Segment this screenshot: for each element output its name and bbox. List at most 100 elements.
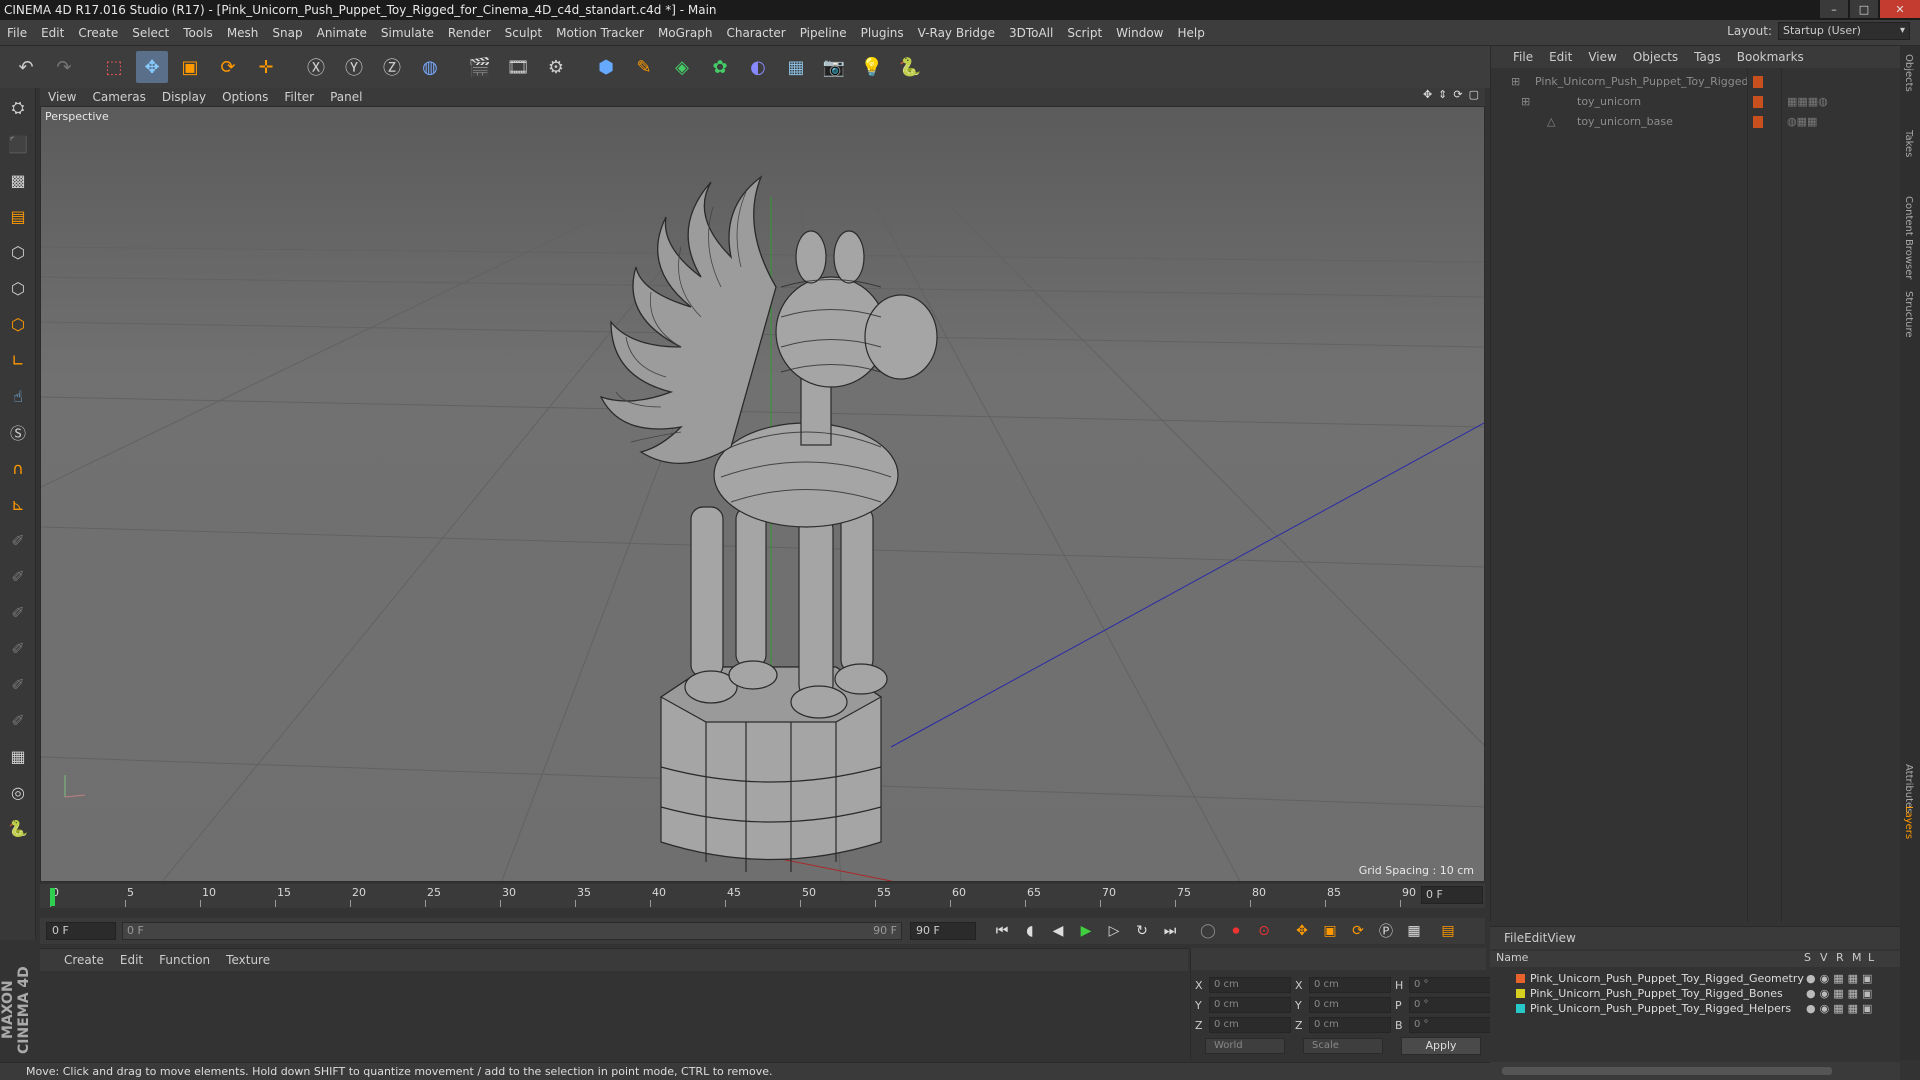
previous-key-icon[interactable]: ◖	[1018, 920, 1042, 942]
menu-item-mesh[interactable]: Mesh	[220, 26, 266, 40]
cube-primitive-icon[interactable]: ⬢	[590, 51, 622, 83]
menu-item-snap[interactable]: Snap	[265, 26, 309, 40]
coordinate-mode-dropdown[interactable]: World	[1205, 1038, 1285, 1054]
redo-icon[interactable]: ↷	[48, 51, 80, 83]
brush-tool-5-icon[interactable]: ✐	[2, 668, 34, 700]
layout-select[interactable]: Startup (User)	[1778, 22, 1910, 40]
material-menu-texture[interactable]: Texture	[218, 953, 278, 967]
camera-icon[interactable]: 📷	[818, 51, 850, 83]
key-rotation-icon[interactable]: ⟳	[1346, 920, 1370, 942]
viewport-menu-filter[interactable]: Filter	[276, 90, 322, 104]
minimize-button[interactable]: –	[1820, 0, 1848, 18]
maximize-view-icon[interactable]: ▢	[1469, 88, 1479, 106]
menu-item-render[interactable]: Render	[441, 26, 498, 40]
apply-button[interactable]: Apply	[1401, 1037, 1481, 1055]
position-y-field[interactable]: 0 cm	[1209, 997, 1291, 1013]
viewport-menu-display[interactable]: Display	[154, 90, 214, 104]
coordinate-system-icon[interactable]: ◍	[414, 51, 446, 83]
key-position-icon[interactable]: ✥	[1290, 920, 1314, 942]
scale-tool-icon[interactable]: ▣	[174, 51, 206, 83]
workplane-icon[interactable]: ▤	[2, 200, 34, 232]
current-frame-field[interactable]: 0 F	[1421, 886, 1483, 904]
right-tab-layers[interactable]: Layers	[1903, 806, 1914, 839]
brush-tool-6-icon[interactable]: ✐	[2, 704, 34, 736]
record-icon[interactable]: ⏺	[1224, 920, 1248, 942]
edges-mode-icon[interactable]: ⬡	[2, 272, 34, 304]
viewport-menu-view[interactable]: View	[40, 90, 84, 104]
scale-z-field[interactable]: 0 cm	[1309, 1017, 1391, 1033]
brush-tool-icon[interactable]: ✐	[2, 524, 34, 556]
texture-mode-icon[interactable]: ▩	[2, 164, 34, 196]
magnet-icon[interactable]: ∩	[2, 452, 34, 484]
menu-item-simulate[interactable]: Simulate	[374, 26, 441, 40]
go-to-end-icon[interactable]: ⏭	[1158, 920, 1182, 942]
transform-tool-icon[interactable]: ✛	[250, 51, 282, 83]
menu-item-tools[interactable]: Tools	[176, 26, 220, 40]
key-parameter-icon[interactable]: Ⓟ	[1374, 920, 1398, 942]
points-mode-icon[interactable]: ⬡	[2, 236, 34, 268]
menu-item-sculpt[interactable]: Sculpt	[498, 26, 549, 40]
menu-item-plugins[interactable]: Plugins	[854, 26, 911, 40]
material-menu-create[interactable]: Create	[56, 953, 112, 967]
layer-color-swatch[interactable]	[1516, 1004, 1525, 1013]
rotation-p-field[interactable]: 0 °	[1409, 997, 1491, 1013]
undo-icon[interactable]: ↶	[10, 51, 42, 83]
menu-item-create[interactable]: Create	[71, 26, 125, 40]
menu-item-window[interactable]: Window	[1109, 26, 1170, 40]
brush-tool-4-icon[interactable]: ✐	[2, 632, 34, 664]
object-name[interactable]: toy_unicorn	[1577, 92, 1641, 112]
layer-menu-edit[interactable]: Edit	[1524, 931, 1547, 945]
layer-color-swatch[interactable]	[1516, 989, 1525, 998]
orbit-icon[interactable]: ⟳	[1453, 88, 1462, 106]
subdivision-surface-icon[interactable]: ◈	[666, 51, 698, 83]
rotate-tool-icon[interactable]: ⟳	[212, 51, 244, 83]
next-frame-icon[interactable]: ▷	[1102, 920, 1126, 942]
right-tab-takes[interactable]: Takes	[1903, 130, 1914, 157]
layer-name[interactable]: Pink_Unicorn_Push_Puppet_Toy_Rigged_Bone…	[1530, 986, 1783, 1001]
horizontal-scrollbar[interactable]	[1490, 1062, 1900, 1080]
object-menu-edit[interactable]: Edit	[1541, 50, 1580, 64]
floor-icon[interactable]: ▦	[780, 51, 812, 83]
playhead[interactable]	[50, 888, 55, 906]
layer-toggle-icons[interactable]: ●◉▦▦▣	[1806, 971, 1876, 986]
close-button[interactable]: ✕	[1880, 0, 1920, 18]
scale-x-field[interactable]: 0 cm	[1309, 977, 1391, 993]
scale-y-field[interactable]: 0 cm	[1309, 997, 1391, 1013]
layer-toggle-icons[interactable]: ●◉▦▦▣	[1806, 1001, 1876, 1016]
key-pla-icon[interactable]: ▦	[1402, 920, 1426, 942]
render-settings-icon[interactable]: ⚙	[540, 51, 572, 83]
start-frame-field[interactable]: 0 F	[46, 922, 116, 940]
loop-icon[interactable]: ↻	[1130, 920, 1154, 942]
layer-row[interactable]: Pink_Unicorn_Push_Puppet_Toy_Rigged_Help…	[1490, 1001, 1900, 1016]
previous-frame-icon[interactable]: ◀	[1046, 920, 1070, 942]
menu-item-script[interactable]: Script	[1060, 26, 1109, 40]
object-menu-objects[interactable]: Objects	[1625, 50, 1686, 64]
menu-item-animate[interactable]: Animate	[310, 26, 374, 40]
live-selection-icon[interactable]: ⬚	[98, 51, 130, 83]
object-menu-tags[interactable]: Tags	[1686, 50, 1729, 64]
render-picture-viewer-icon[interactable]: 🎞	[502, 51, 534, 83]
material-menu-function[interactable]: Function	[151, 953, 218, 967]
keyframe-selection-icon[interactable]: ◯	[1196, 920, 1220, 942]
menu-item-3dtoall[interactable]: 3DToAll	[1002, 26, 1060, 40]
z-axis-lock-icon[interactable]: Ⓩ	[376, 51, 408, 83]
timeline-window-icon[interactable]: ▤	[1436, 920, 1460, 942]
menu-item-edit[interactable]: Edit	[34, 26, 71, 40]
layer-color-swatch[interactable]	[1516, 974, 1525, 983]
menu-item-select[interactable]: Select	[125, 26, 176, 40]
python-icon[interactable]: 🐍	[894, 51, 926, 83]
position-x-field[interactable]: 0 cm	[1209, 977, 1291, 993]
layer-row[interactable]: Pink_Unicorn_Push_Puppet_Toy_Rigged_Bone…	[1490, 986, 1900, 1001]
timeline-ruler[interactable]: 0 5 10 15 20 25 30 35 40 45 50 55 60 65 70 75 80 85 90 0 F	[40, 884, 1485, 908]
object-name[interactable]: toy_unicorn_base	[1577, 112, 1673, 132]
layer-name[interactable]: Pink_Unicorn_Push_Puppet_Toy_Rigged_Help…	[1530, 1001, 1791, 1016]
workplane-grid-icon[interactable]: ◎	[2, 776, 34, 808]
light-icon[interactable]: 💡	[856, 51, 888, 83]
zoom-icon[interactable]: ⇕	[1438, 88, 1447, 106]
x-axis-lock-icon[interactable]: Ⓧ	[300, 51, 332, 83]
play-icon[interactable]: ▶	[1074, 920, 1098, 942]
menu-item-help[interactable]: Help	[1170, 26, 1211, 40]
menu-item-motion-tracker[interactable]: Motion Tracker	[549, 26, 651, 40]
layer-name[interactable]: Pink_Unicorn_Push_Puppet_Toy_Rigged_Geom…	[1530, 971, 1804, 986]
right-tab-content-browser[interactable]: Content Browser	[1903, 196, 1914, 279]
